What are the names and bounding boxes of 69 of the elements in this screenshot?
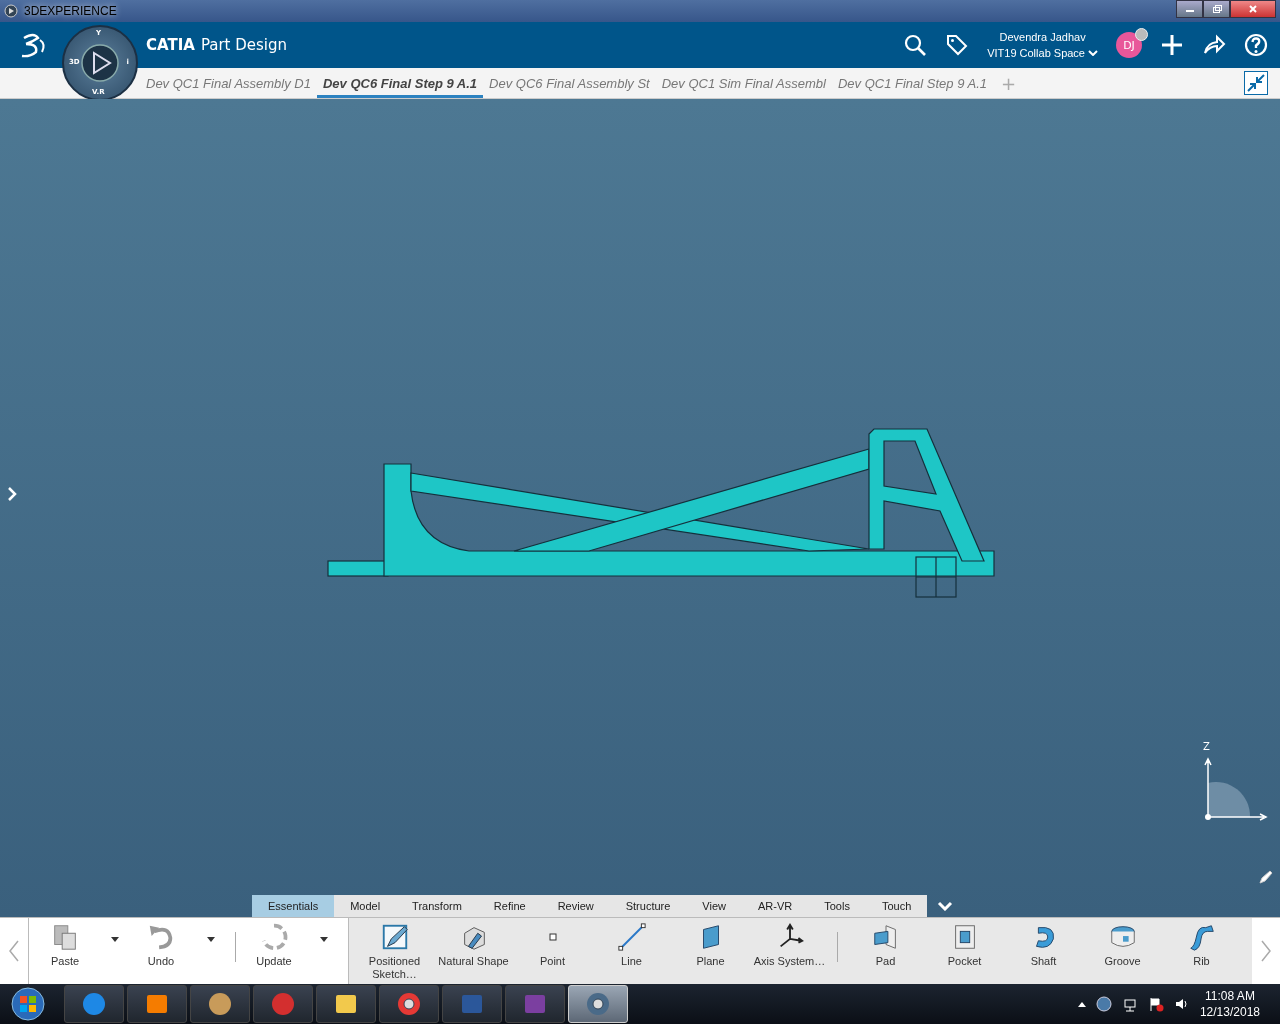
restore-icon (1211, 4, 1222, 14)
line-tool-icon (616, 922, 647, 952)
axis-label: Z (1203, 741, 1210, 752)
tool-button[interactable]: Rib (1162, 918, 1241, 968)
collab-space-dropdown[interactable]: VIT19 Collab Space (987, 47, 1098, 59)
document-tab[interactable]: Dev QC1 Final Assembly D1 (140, 68, 317, 98)
clock[interactable]: 11:08 AM 12/13/2018 (1199, 988, 1260, 1020)
user-name: Devendra Jadhav (999, 31, 1086, 43)
globe-icon[interactable] (1095, 996, 1112, 1012)
tool-button[interactable]: Update (244, 918, 308, 968)
section-tab[interactable]: Transform (396, 895, 478, 917)
section-tab[interactable]: Model (334, 895, 397, 917)
compass-icon (4, 4, 18, 18)
help-icon[interactable] (1244, 33, 1268, 57)
tool-button[interactable]: Undo (131, 918, 195, 968)
tool-button[interactable]: Shaft (1004, 918, 1083, 968)
tool-button[interactable]: Paste (35, 918, 99, 968)
section-tab[interactable]: Touch (865, 895, 928, 917)
close-icon (1248, 4, 1258, 14)
dropdown-arrow-icon[interactable] (320, 936, 328, 942)
collapse-icon[interactable] (1244, 71, 1268, 95)
taskbar-button[interactable] (379, 985, 439, 1023)
brand-name: CATIA (146, 36, 195, 54)
speaker-icon[interactable] (1173, 996, 1190, 1012)
tool-button[interactable]: Line (592, 918, 671, 968)
taskbar-button[interactable] (127, 985, 187, 1023)
tool-button[interactable]: Positioned Sketch… (355, 918, 434, 981)
tool-button[interactable]: Plane (671, 918, 750, 968)
flag-icon[interactable] (1147, 996, 1164, 1012)
tool-button[interactable]: Natural Shape (434, 918, 513, 968)
app-name: Part Design (200, 36, 288, 54)
chevron-down-icon[interactable] (937, 901, 954, 911)
start-button[interactable] (10, 986, 46, 1022)
play-icon[interactable] (80, 43, 120, 83)
tool-button[interactable]: Pad (846, 918, 925, 968)
update-tool-icon (259, 922, 289, 952)
close-button[interactable] (1230, 0, 1276, 18)
document-tab[interactable]: Dev QC6 Final Step 9 A.1 (316, 68, 484, 98)
minimize-button[interactable] (1176, 0, 1203, 18)
plus-icon[interactable] (1160, 33, 1184, 57)
point-tool-icon (548, 933, 557, 941)
tool-button[interactable]: Axis System… (750, 918, 829, 968)
dropdown-arrow-icon[interactable] (207, 936, 215, 942)
chevron-down-icon (1088, 50, 1098, 56)
section-tab[interactable]: View (686, 895, 742, 917)
document-tab[interactable]: Dev QC1 Sim Final Assembl (655, 68, 832, 98)
section-tab[interactable]: AR-VR (742, 895, 809, 917)
dropdown-arrow-icon[interactable] (111, 936, 119, 942)
tool-button[interactable]: Pocket (925, 918, 1004, 968)
tool-button[interactable]: Point (513, 918, 592, 968)
maximize-button[interactable] (1203, 0, 1230, 18)
taskbar-button[interactable] (316, 985, 376, 1023)
document-tab[interactable]: Dev QC1 Final Step 9 A.1 (831, 68, 994, 98)
section-tab[interactable]: Refine (477, 895, 542, 917)
search-icon[interactable] (903, 33, 928, 57)
document-tab[interactable]: Dev QC6 Final Assembly St (483, 68, 656, 98)
tool-button[interactable]: Groove (1083, 918, 1162, 968)
section-tab[interactable]: Essentials (252, 895, 335, 917)
caret-up-icon[interactable] (1077, 1001, 1086, 1007)
section-tab[interactable]: Structure (609, 895, 687, 917)
pen-icon[interactable] (1258, 869, 1274, 885)
section-tab[interactable]: Tools (808, 895, 866, 917)
window-title: 3DEXPERIENCE (24, 4, 117, 18)
network-icon[interactable] (1121, 996, 1138, 1012)
status-dot-icon (1135, 28, 1148, 41)
3d-viewport[interactable]: Z Essentials Model Transform Refine Review Structure View AR-VR Tools Touch (0, 99, 1280, 917)
section-tab[interactable]: Review (541, 895, 610, 917)
tag-icon[interactable] (945, 33, 970, 57)
taskbar-button[interactable] (190, 985, 250, 1023)
